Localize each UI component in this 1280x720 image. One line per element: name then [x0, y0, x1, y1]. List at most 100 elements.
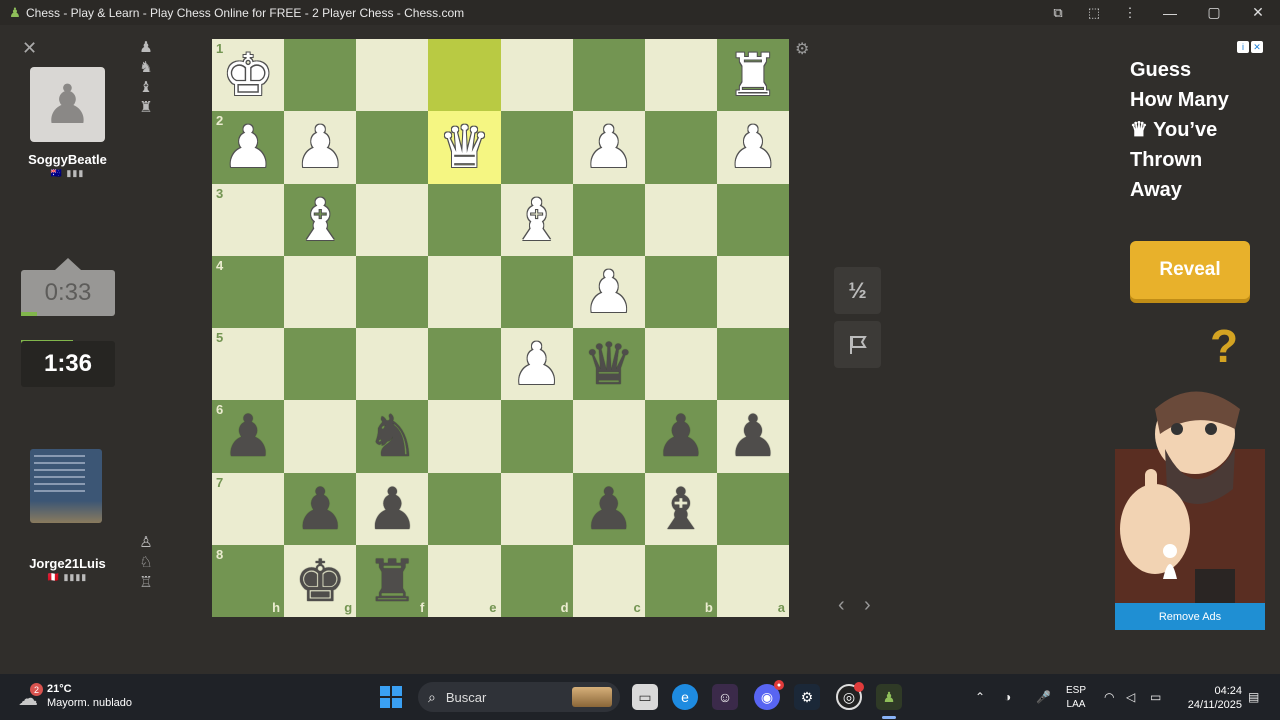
board-square[interactable]: ♟ [356, 472, 429, 545]
language-indicator[interactable]: ESP LAA [1066, 684, 1086, 712]
black-rook-piece[interactable]: ♜ [366, 552, 418, 610]
white-rook-piece[interactable]: ♜ [727, 46, 779, 104]
board-square[interactable]: a [716, 544, 789, 617]
board-square[interactable]: ♝ [644, 472, 717, 545]
maximize-button[interactable]: ▢ [1192, 0, 1236, 25]
file-explorer-icon[interactable]: ▭ [632, 684, 658, 710]
board-square[interactable]: ♛ [428, 111, 501, 184]
ad-choices-badge[interactable]: i ✕ [1237, 41, 1263, 53]
board-square[interactable]: ♟ [284, 111, 357, 184]
board-square[interactable] [716, 255, 789, 328]
board-square[interactable]: 2 ♟ [212, 111, 285, 184]
white-pawn-piece[interactable]: ♟ [727, 118, 779, 176]
white-pawn-piece[interactable]: ♟ [511, 335, 563, 393]
white-bishop-piece[interactable]: ♝ [294, 191, 346, 249]
black-pawn-piece[interactable]: ♟ [583, 480, 635, 538]
board-square[interactable]: ♟ [716, 400, 789, 473]
obs-icon[interactable]: ◎ [836, 682, 864, 710]
board-square[interactable] [716, 183, 789, 256]
board-square[interactable] [428, 39, 501, 112]
white-pawn-piece[interactable]: ♟ [583, 118, 635, 176]
ad-panel[interactable]: i ✕ Guess How Many ♛ You’ve Thrown Away R… [1115, 39, 1265, 630]
black-king-piece[interactable]: ♚ [294, 552, 346, 610]
board-square[interactable] [284, 255, 357, 328]
board-square[interactable]: ♟ [572, 111, 645, 184]
character-app-icon[interactable]: ☺ [712, 684, 738, 710]
board-square[interactable]: ♞ [356, 400, 429, 473]
board-square[interactable]: f ♜ [356, 544, 429, 617]
chevron-up-icon[interactable]: ⌃ [975, 674, 985, 720]
board-square[interactable]: ♝ [284, 183, 357, 256]
edge-browser-icon[interactable]: e [672, 684, 698, 710]
board-square[interactable]: e [428, 544, 501, 617]
board-square[interactable] [284, 400, 357, 473]
board-square[interactable] [500, 111, 573, 184]
remove-ads-button[interactable]: Remove Ads [1115, 603, 1265, 630]
black-pawn-piece[interactable]: ♟ [727, 407, 779, 465]
board-square[interactable] [428, 183, 501, 256]
taskbar-clock[interactable]: 04:24 24/11/2025 [1180, 684, 1242, 712]
board-square[interactable]: d [500, 544, 573, 617]
board-square[interactable]: g ♚ [284, 544, 357, 617]
board-square[interactable] [356, 111, 429, 184]
black-pawn-piece[interactable]: ♟ [655, 407, 707, 465]
weather-widget[interactable]: ☁ 2 21°C Mayorm. nublado [18, 682, 132, 710]
board-square[interactable] [644, 255, 717, 328]
board-square[interactable]: ♟ [572, 472, 645, 545]
white-king-piece[interactable]: ♚ [222, 46, 274, 104]
board-square[interactable] [572, 400, 645, 473]
board-square[interactable]: 5 [212, 328, 285, 401]
board-square[interactable]: ♟ [500, 328, 573, 401]
board-square[interactable] [500, 472, 573, 545]
board-square[interactable] [644, 111, 717, 184]
black-pawn-piece[interactable]: ♟ [366, 480, 418, 538]
board-square[interactable] [644, 183, 717, 256]
board-square[interactable] [716, 328, 789, 401]
black-pawn-piece[interactable]: ♟ [222, 407, 274, 465]
board-square[interactable]: ♛ [572, 328, 645, 401]
board-square[interactable]: ♜ [716, 39, 789, 112]
battery-icon[interactable]: ▭ [1150, 674, 1161, 720]
volume-icon[interactable]: ◁ [1126, 674, 1135, 720]
board-square[interactable] [284, 39, 357, 112]
board-square[interactable]: ♟ [716, 111, 789, 184]
board-square[interactable] [500, 255, 573, 328]
board-square[interactable] [572, 39, 645, 112]
board-square[interactable] [644, 39, 717, 112]
resign-button[interactable] [834, 321, 881, 368]
board-square[interactable] [356, 183, 429, 256]
steam-icon[interactable]: ⚙ [794, 684, 820, 710]
discord-icon[interactable]: ◉ ● [754, 680, 784, 710]
board-square[interactable] [644, 328, 717, 401]
board-square[interactable]: ♝ [500, 183, 573, 256]
board-square[interactable]: ♟ [644, 400, 717, 473]
board-square[interactable] [572, 183, 645, 256]
board-square[interactable]: 4 [212, 255, 285, 328]
board-square[interactable]: ♟ [572, 255, 645, 328]
board-square[interactable]: 8h [212, 544, 285, 617]
translate-icon[interactable]: ⧉ [1040, 0, 1076, 25]
board-square[interactable]: 3 [212, 183, 285, 256]
board-square[interactable]: b [644, 544, 717, 617]
white-queen-piece[interactable]: ♛ [438, 118, 490, 176]
start-button[interactable] [380, 686, 402, 708]
my-name[interactable]: Jorge21Luis [20, 556, 115, 571]
board-square[interactable] [428, 328, 501, 401]
white-bishop-piece[interactable]: ♝ [511, 191, 563, 249]
close-window-button[interactable]: ✕ [1236, 0, 1280, 25]
board-square[interactable]: 1 ♚ [212, 39, 285, 112]
board-settings-icon[interactable]: ⚙ [795, 39, 809, 59]
opponent-avatar[interactable]: ♟ [30, 67, 105, 142]
board-square[interactable]: 7 [212, 472, 285, 545]
chess-board[interactable]: 1 ♚ ♜ 2 ♟ ♟ ♛ ♟ ♟ 3 ♝ ♝ 4 ♟ 5 ♟ ♛ 6 ♟ ♞ ♟ ♟ 7 ♟ ♟ ♟ ♝ 8 h g ♚ f ♜ e d c b a [212, 39, 789, 617]
close-panel-icon[interactable]: ✕ [22, 38, 37, 59]
black-bishop-piece[interactable]: ♝ [655, 480, 707, 538]
board-square[interactable] [428, 472, 501, 545]
chat-thumbnail[interactable] [30, 449, 102, 523]
board-square[interactable] [284, 328, 357, 401]
vpn-tray-icon[interactable]: ◑ [1004, 674, 1011, 720]
wifi-icon[interactable]: ◠ [1104, 674, 1114, 720]
board-square[interactable] [500, 400, 573, 473]
board-square[interactable]: c [572, 544, 645, 617]
black-knight-piece[interactable]: ♞ [366, 407, 418, 465]
